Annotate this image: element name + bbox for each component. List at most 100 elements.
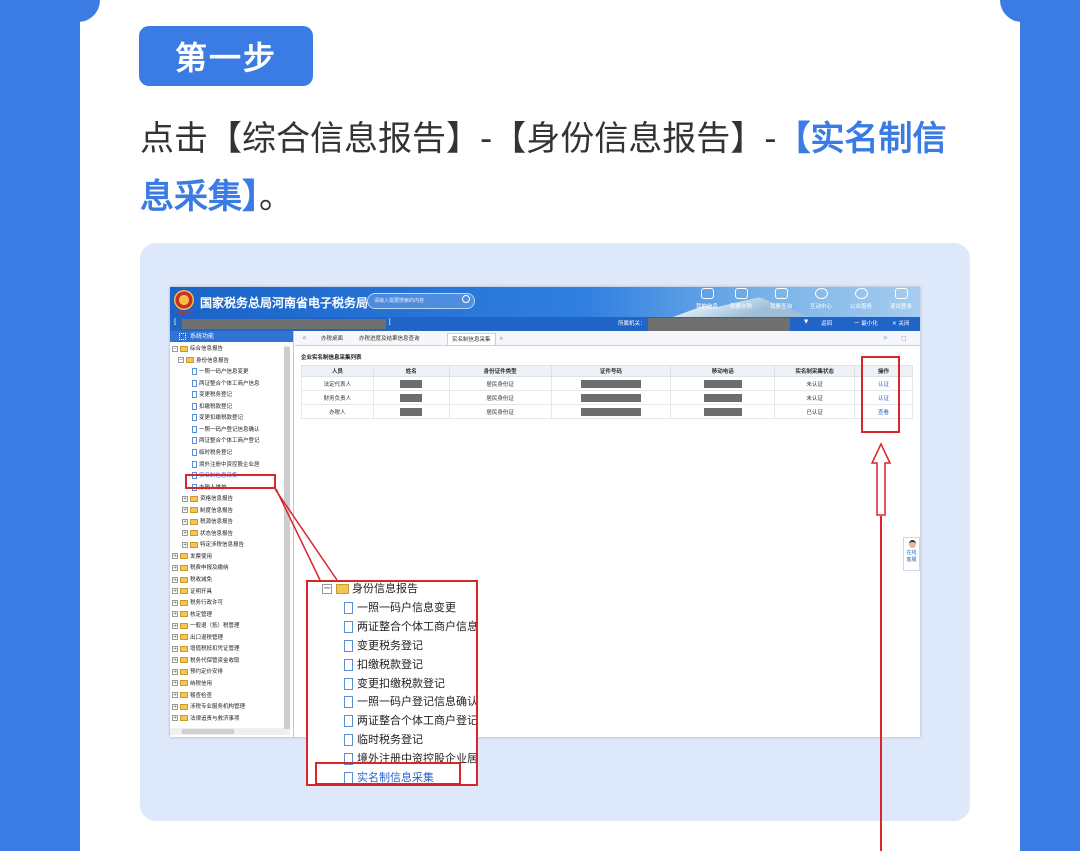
redacted-phone: [703, 407, 742, 416]
tree-item-label: 制度信息报告: [200, 507, 234, 514]
minimize-button[interactable]: 一 最小化: [854, 319, 878, 327]
sidebar-tree-item[interactable]: + 稽查检查: [172, 691, 212, 702]
sidebar-tree-item[interactable]: + 核定管理: [172, 610, 212, 621]
expand-icon[interactable]: +: [182, 518, 188, 525]
collapse-icon[interactable]: −: [178, 357, 184, 364]
expand-icon[interactable]: +: [172, 622, 178, 629]
sidebar-tree-item[interactable]: + 一般退（抵）税管理: [172, 621, 240, 632]
bracket-left: [: [174, 318, 177, 326]
expand-icon[interactable]: +: [172, 715, 178, 722]
tab-desktop[interactable]: 办税桌面: [321, 333, 343, 345]
tab-progress-query[interactable]: 办税进度及结果信息查询: [359, 333, 420, 345]
sidebar-tree-item[interactable]: 变更税务登记: [192, 390, 232, 401]
nav-public-service[interactable]: 公众服务: [842, 288, 880, 316]
sidebar-tree-item[interactable]: + 资格信息报告: [182, 494, 233, 505]
sidebar-scrollbar[interactable]: [284, 345, 290, 735]
file-icon: [192, 402, 197, 410]
sidebar-tree-item[interactable]: 临时税务登记: [192, 448, 232, 459]
sidebar-tree-item[interactable]: + 税务行政许可: [172, 598, 223, 609]
redacted-dept: [648, 318, 790, 331]
folder-icon: [186, 357, 194, 364]
tree-item-label: 税费申报及缴纳: [190, 565, 229, 572]
sidebar-tree-item[interactable]: 变更扣缴税款登记: [192, 413, 243, 424]
tree-item-label: 综合信息报告: [190, 346, 224, 352]
expand-icon[interactable]: +: [172, 576, 178, 583]
return-button[interactable]: 返回: [821, 319, 832, 327]
hscrollbar-thumb[interactable]: [182, 729, 234, 734]
expand-icon[interactable]: +: [172, 668, 178, 675]
zoom-tree-item: 两证整合个体工商户信息: [344, 617, 476, 636]
tree-item-label: 一般退（抵）税管理: [190, 623, 240, 630]
nav-logout[interactable]: 退出登录: [882, 288, 920, 316]
expand-icon[interactable]: +: [172, 611, 178, 618]
expand-icon[interactable]: +: [172, 599, 178, 606]
dropdown-arrow-icon[interactable]: ▼: [804, 319, 808, 325]
sidebar-title: 系统功能: [190, 333, 215, 340]
tree-item-label: 税收减免: [190, 577, 213, 583]
file-icon: [344, 620, 353, 633]
sidebar-tree-item[interactable]: + 预约定价安排: [172, 667, 223, 678]
tabs-prev-icon[interactable]: «: [302, 333, 307, 342]
nav-do-tax[interactable]: 我要办税: [722, 288, 760, 316]
expand-icon[interactable]: +: [172, 634, 178, 641]
expand-icon[interactable]: +: [172, 588, 178, 595]
sidebar-tree-item[interactable]: + 税收减免: [172, 575, 212, 586]
redacted-id: [580, 379, 641, 388]
col-header: 实名制采集状态: [774, 365, 856, 377]
sidebar-tree-item[interactable]: + 涉税专业服务机构管理: [172, 702, 245, 713]
nav-interact[interactable]: 互动中心: [802, 288, 840, 316]
expand-icon[interactable]: +: [182, 507, 188, 514]
expand-icon[interactable]: +: [182, 495, 188, 502]
sidebar-tree-item[interactable]: 一照一码户信息变更: [192, 367, 249, 378]
search-input[interactable]: 请输入需要搜索的内容: [367, 293, 475, 309]
cell-role: 财务负责人: [301, 390, 374, 405]
expand-icon[interactable]: +: [172, 553, 178, 560]
sidebar-tree-item[interactable]: + 发票使用: [172, 552, 212, 563]
cell-status: 未认证: [774, 390, 856, 405]
sidebar-tree-item[interactable]: − 身份信息报告: [178, 356, 229, 367]
folder-icon: [180, 715, 188, 722]
sidebar-tree-item[interactable]: + 增值税抵扣凭证管理: [172, 644, 240, 655]
sidebar-tree-item[interactable]: + 税务代保管资金收取: [172, 656, 240, 667]
nav-my-info[interactable]: 我的信息: [688, 288, 726, 316]
sidebar-hscrollbar[interactable]: [170, 728, 284, 735]
folder-icon: [180, 703, 188, 710]
sidebar-tree-item[interactable]: − 综合信息报告: [172, 344, 223, 355]
sidebar-tree-item[interactable]: + 税费申报及缴纳: [172, 563, 229, 574]
search-icon[interactable]: [462, 295, 470, 303]
sidebar-tree-item[interactable]: 扣缴税款登记: [192, 402, 232, 413]
sidebar-tree-item[interactable]: + 出口退税管理: [172, 633, 223, 644]
sidebar-tree-item[interactable]: 两证整合个体工商户登记: [192, 436, 260, 447]
sidebar-tree-item[interactable]: 一照一码户登记信息确认: [192, 425, 260, 436]
collapse-icon[interactable]: −: [172, 345, 178, 352]
sidebar-tree-item[interactable]: 两证整合个体工商户信息: [192, 379, 260, 390]
scrollbar-thumb[interactable]: [284, 347, 290, 729]
sidebar-tree-item[interactable]: 境外注册中资控股企业居: [192, 460, 260, 471]
expand-icon[interactable]: +: [182, 541, 188, 548]
table-row: 法定代表人 居民身份证 未认证 认证: [301, 376, 913, 391]
expand-icon[interactable]: +: [182, 530, 188, 537]
online-service-button[interactable]: 在线 客服: [903, 537, 920, 571]
sidebar-tree-item[interactable]: + 证明开具: [172, 587, 212, 598]
sidebar-tree-item[interactable]: + 税源信息报告: [182, 517, 233, 528]
expand-icon[interactable]: +: [172, 657, 178, 664]
sidebar-tree-item[interactable]: + 制度信息报告: [182, 506, 233, 517]
sidebar: 系统功能 − 综合信息报告 − 身份信息报告 一照一码户信息变更 两证整合个体工商户信息变…: [170, 331, 294, 737]
file-icon: [344, 658, 353, 671]
expand-icon[interactable]: +: [172, 692, 178, 698]
sidebar-tree-item[interactable]: + 状态信息报告: [182, 529, 233, 540]
tree-item-label: 发票使用: [190, 553, 213, 560]
nav-query[interactable]: 我要查询: [762, 288, 800, 316]
tab-realname[interactable]: 实名制信息采集: [447, 333, 496, 345]
sidebar-tree-item[interactable]: + 纳税信用: [172, 679, 212, 690]
expand-icon[interactable]: +: [172, 680, 178, 687]
tabs-menu-icon[interactable]: □: [901, 335, 907, 342]
tabs-next-icon[interactable]: »: [883, 333, 888, 342]
expand-icon[interactable]: +: [172, 564, 178, 571]
expand-icon[interactable]: +: [172, 645, 178, 652]
expand-icon[interactable]: +: [172, 703, 178, 710]
tab-close-icon[interactable]: ×: [499, 333, 504, 345]
sidebar-tree-item[interactable]: + 法律追责与救济事项: [172, 714, 240, 725]
sidebar-tree-item[interactable]: + 特定涉税信息报告: [182, 540, 244, 551]
close-button[interactable]: ✕ 关闭: [892, 319, 909, 327]
